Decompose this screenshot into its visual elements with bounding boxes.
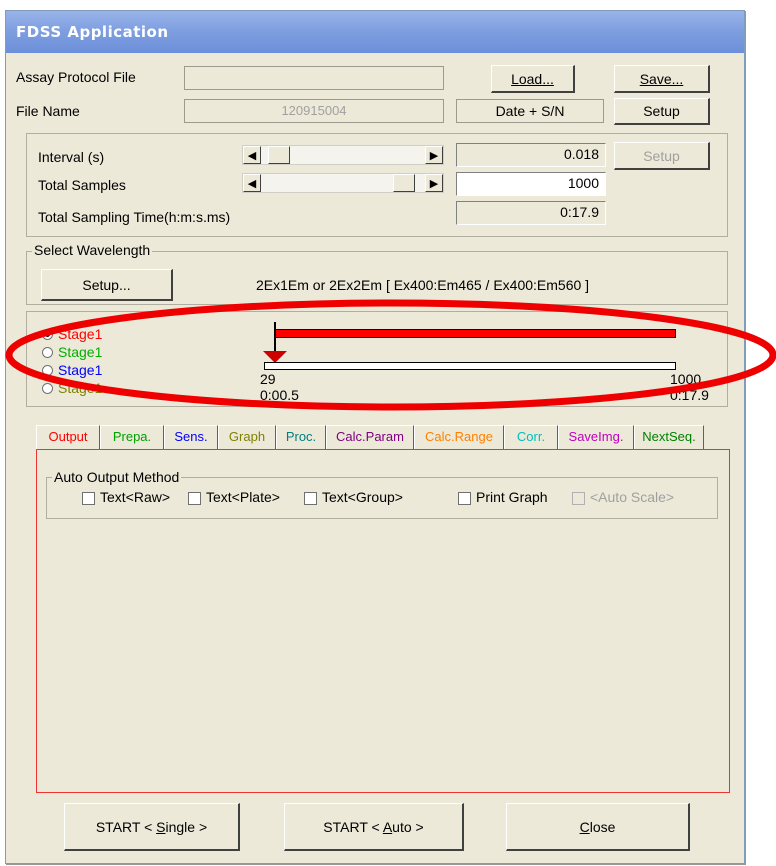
total-samples-thumb[interactable] [393,174,415,192]
stage-end-count: 1000 [670,371,702,387]
tab-nextseq[interactable]: NextSeq. [634,425,704,449]
total-time-label: Total Sampling Time(h:m:s.ms) [38,209,231,225]
start-single-label: START < Single > [95,818,208,835]
close-button[interactable]: Close [506,803,690,851]
tab-corr[interactable]: Corr. [504,425,558,449]
stage-range-bar [274,329,676,338]
load-label: Load... [511,70,554,87]
tab-proc[interactable]: Proc. [276,425,326,449]
fdss-window: FDSS Application Assay Protocol File Loa… [5,10,745,864]
output-checkbox-1[interactable] [82,492,95,505]
output-checkbox-5 [572,492,585,505]
interval-thumb[interactable] [268,146,290,164]
stage-radio-2[interactable] [42,347,53,358]
stage-timeline [264,362,676,370]
start-single-button[interactable]: START < Single > [64,803,240,851]
tab-calc-param[interactable]: Calc.Param [326,425,414,449]
output-checkbox-3[interactable] [304,492,317,505]
output-option-label-1: Text<Raw> [100,489,171,505]
wavelength-setup-button[interactable]: Setup... [41,269,173,301]
stage-group [26,311,728,407]
output-checkbox-4[interactable] [458,492,471,505]
tab-sens[interactable]: Sens. [164,425,218,449]
tab-strip: Output Prepa. Sens. Graph Proc. Calc.Param Cal… [36,425,730,449]
stage-radio-3[interactable] [42,365,53,376]
wavelength-description: 2Ex1Em or 2Ex2Em [ Ex400:Em465 / Ex400:E… [256,277,590,293]
tab-graph[interactable]: Graph [218,425,276,449]
scroll-right-icon[interactable]: ▶ [425,174,443,192]
window-title: FDSS Application [16,23,169,41]
start-auto-button[interactable]: START < Auto > [284,803,464,851]
total-time-value: 0:17.9 [456,201,606,225]
stage-radio-1[interactable] [42,329,53,340]
total-samples-input[interactable]: 1000 [456,172,606,196]
output-option-label-5: <Auto Scale> [590,489,675,505]
stage-end-time: 0:17.9 [670,387,709,403]
save-label: Save... [639,70,684,87]
stage-start-count: 29 [260,371,276,387]
total-samples-scrollbar[interactable]: ◀ ▶ [242,173,444,193]
stage-label-3: Stage1 [58,362,103,378]
interval-scrollbar[interactable]: ◀ ▶ [242,145,444,165]
file-name-label: File Name [16,103,80,119]
file-name-field: 120915004 [184,99,444,123]
wavelength-group-label: Select Wavelength [32,242,153,258]
close-label: Close [579,818,616,835]
assay-protocol-field[interactable] [184,66,444,90]
tab-calc-range[interactable]: Calc.Range [414,425,504,449]
save-button[interactable]: Save... [614,65,710,93]
date-sn-field: Date + S/N [456,99,604,123]
output-option-label-4: Print Graph [476,489,548,505]
sampling-setup-button[interactable]: Setup [614,142,710,170]
stage-start-time: 0:00.5 [260,387,299,403]
stage-label-4: Stage1 [58,380,103,396]
scroll-left-icon[interactable]: ◀ [243,174,261,192]
total-samples-label: Total Samples [38,177,126,193]
output-checkbox-2[interactable] [188,492,201,505]
stage-start-line [274,322,276,352]
interval-value: 0.018 [456,143,606,167]
interval-label: Interval (s) [38,149,105,165]
title-bar[interactable]: FDSS Application [6,11,744,53]
scroll-left-icon[interactable]: ◀ [243,146,261,164]
file-setup-button[interactable]: Setup [614,98,710,125]
stage-label-1: Stage1 [58,326,103,342]
start-auto-label: START < Auto > [323,818,424,835]
assay-protocol-label: Assay Protocol File [16,69,136,85]
output-option-label-2: Text<Plate> [206,489,280,505]
stage-radio-4[interactable] [42,383,53,394]
scroll-right-icon[interactable]: ▶ [425,146,443,164]
tab-output[interactable]: Output [36,425,100,449]
tab-saveimg[interactable]: SaveImg. [558,425,634,449]
auto-output-label: Auto Output Method [52,469,182,485]
load-button[interactable]: Load... [491,65,575,93]
output-option-label-3: Text<Group> [322,489,403,505]
stage-label-2: Stage1 [58,344,103,360]
tab-prepa[interactable]: Prepa. [100,425,164,449]
